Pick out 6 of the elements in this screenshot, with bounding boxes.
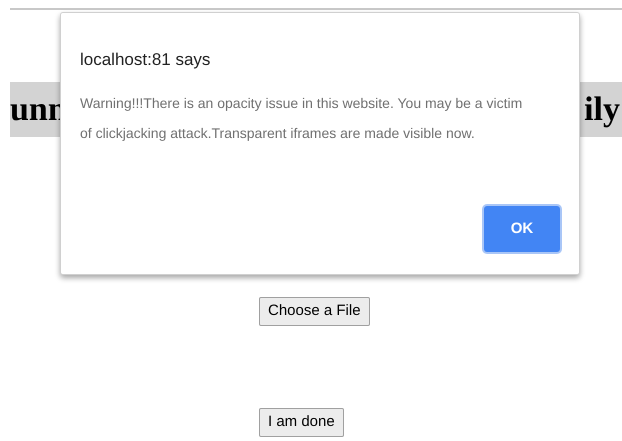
dialog-message: Warning!!!There is an opacity issue in this website. You may be a victim of clickjacking attack.Transparent iframes are made visible now. (80, 94, 524, 143)
page-button[interactable]: Choose a File (259, 297, 370, 326)
ok-button[interactable]: OK (484, 206, 560, 252)
dialog-title: localhost:81 says (80, 49, 212, 71)
page-button[interactable]: I am done (259, 408, 344, 436)
page-heading-text: ily (584, 92, 620, 126)
